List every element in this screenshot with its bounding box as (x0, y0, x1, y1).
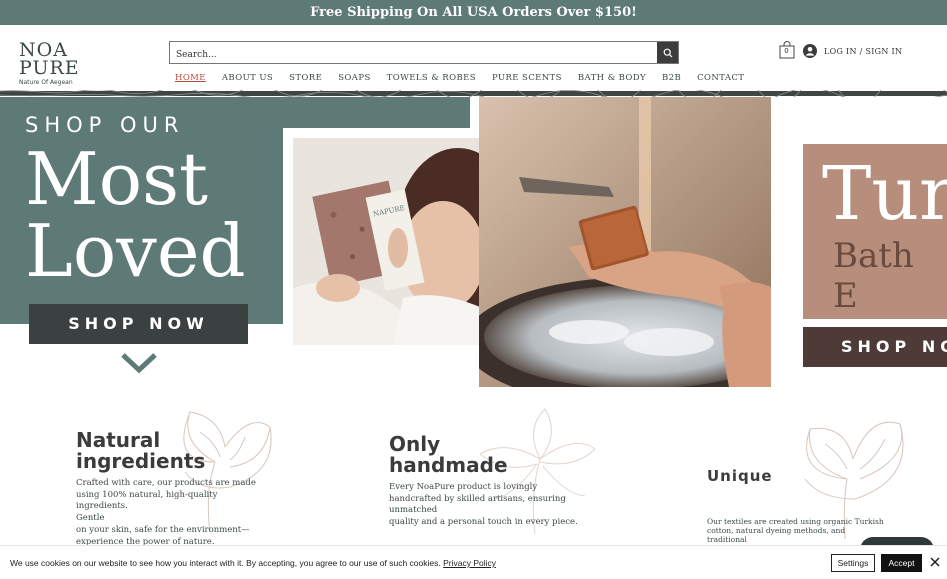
feature-text-line: Every NoaPure product is lovingly (389, 482, 538, 492)
next-slide-title: Tur (822, 151, 947, 237)
privacy-policy-link[interactable]: Privacy Policy (443, 558, 496, 568)
logo[interactable]: NOA PURE Nature Of Aegean (19, 41, 81, 87)
hero-photo-soap-water (479, 97, 771, 387)
feature-title-line: Natural (76, 428, 161, 452)
feature-text-line: using 100% natural, high-quality ingredi… (76, 489, 218, 512)
feature-text-line: handcrafted by skilled artisans, ensurin… (389, 493, 566, 504)
nav-item-soaps[interactable]: SOAPS (338, 73, 370, 83)
nav-item-b2b[interactable]: B2B (662, 73, 681, 83)
shop-now-button[interactable]: SHOP NOW (29, 304, 248, 344)
search-input[interactable] (170, 44, 656, 66)
feature-text-line: Gentle (76, 513, 105, 524)
next-slide-shop-button[interactable]: SHOP NO (803, 327, 947, 367)
feature-only-handmade: Only handmade Every NoaPure product is l… (389, 434, 579, 529)
feature-title: Unique (707, 467, 773, 485)
login-button[interactable]: LOG IN / SIGN IN (803, 44, 902, 58)
feature-text-line: cotton, natural dyeing methods, and (707, 526, 846, 535)
hero-kicker: SHOP OUR (25, 113, 185, 137)
promo-banner: Free Shipping On All USA Orders Over $15… (0, 0, 947, 25)
close-icon[interactable] (929, 556, 941, 568)
nav-item-towels-robes[interactable]: TOWELS & ROBES (387, 73, 476, 83)
feature-title-line: ingredients (76, 449, 206, 473)
feature-natural-ingredients: Natural ingredients Crafted with care, o… (76, 430, 266, 548)
feature-text-line: quality and a personal touch in every pi… (389, 517, 578, 528)
feature-title-line: handmade (389, 453, 508, 477)
brush-divider (0, 90, 947, 97)
search-button[interactable] (657, 42, 678, 63)
feature-title: Natural ingredients (76, 430, 266, 472)
logo-line-2: PURE (19, 57, 80, 79)
login-label: LOG IN / SIGN IN (824, 46, 903, 56)
hero-headline-line-1: Most (25, 137, 208, 221)
search-icon (663, 48, 672, 57)
nav-item-contact[interactable]: CONTACT (697, 73, 744, 83)
feature-text: Crafted with care, our products are made… (76, 478, 266, 548)
cookie-accept-button[interactable]: Accept (881, 554, 922, 572)
feature-text-line: Our textiles are created using organic T… (707, 517, 884, 526)
cookie-settings-button[interactable]: Settings (831, 554, 875, 572)
feature-text-line: Crafted with care, our products are made (76, 478, 256, 488)
chevron-down-icon[interactable] (120, 352, 158, 374)
user-icon (803, 44, 817, 58)
site-header: NOA PURE Nature Of Aegean 0 LOG IN / SIG… (0, 25, 947, 93)
cookie-message: We use cookies on our website to see how… (10, 558, 496, 568)
search-bar (169, 41, 679, 66)
feature-text-line: on your skin, safe for the environment— (76, 524, 250, 535)
main-nav: HOME ABOUT US STORE SOAPS TOWELS & ROBES… (175, 73, 744, 83)
cookie-text: We use cookies on our website to see how… (10, 558, 441, 568)
feature-text-line: unmatched (389, 505, 438, 516)
nav-item-pure-scents[interactable]: PURE SCENTS (492, 73, 562, 83)
feature-title-line: Only (389, 432, 441, 456)
hero-headline-line-2: Loved (25, 209, 246, 293)
cart-count: 0 (784, 47, 789, 55)
nav-item-store[interactable]: STORE (289, 73, 322, 83)
nav-item-bath-body[interactable]: BATH & BODY (578, 73, 646, 83)
cart-button[interactable]: 0 (779, 41, 796, 59)
cookie-banner: We use cookies on our website to see how… (0, 545, 947, 579)
nav-item-about-us[interactable]: ABOUT US (222, 73, 273, 83)
feature-unique: Unique Our textiles are created using or… (707, 466, 907, 544)
logo-tagline: Nature Of Aegean (19, 79, 73, 86)
hero-headline: Most Loved (25, 143, 246, 287)
next-slide-subtitle: Bath E (833, 236, 914, 316)
hero-photo-woman-soap: NAPURE (293, 138, 510, 345)
feature-text: Every NoaPure product is lovingly handcr… (389, 482, 579, 529)
nav-item-home[interactable]: HOME (175, 73, 206, 83)
feature-title: Only handmade (389, 434, 579, 476)
